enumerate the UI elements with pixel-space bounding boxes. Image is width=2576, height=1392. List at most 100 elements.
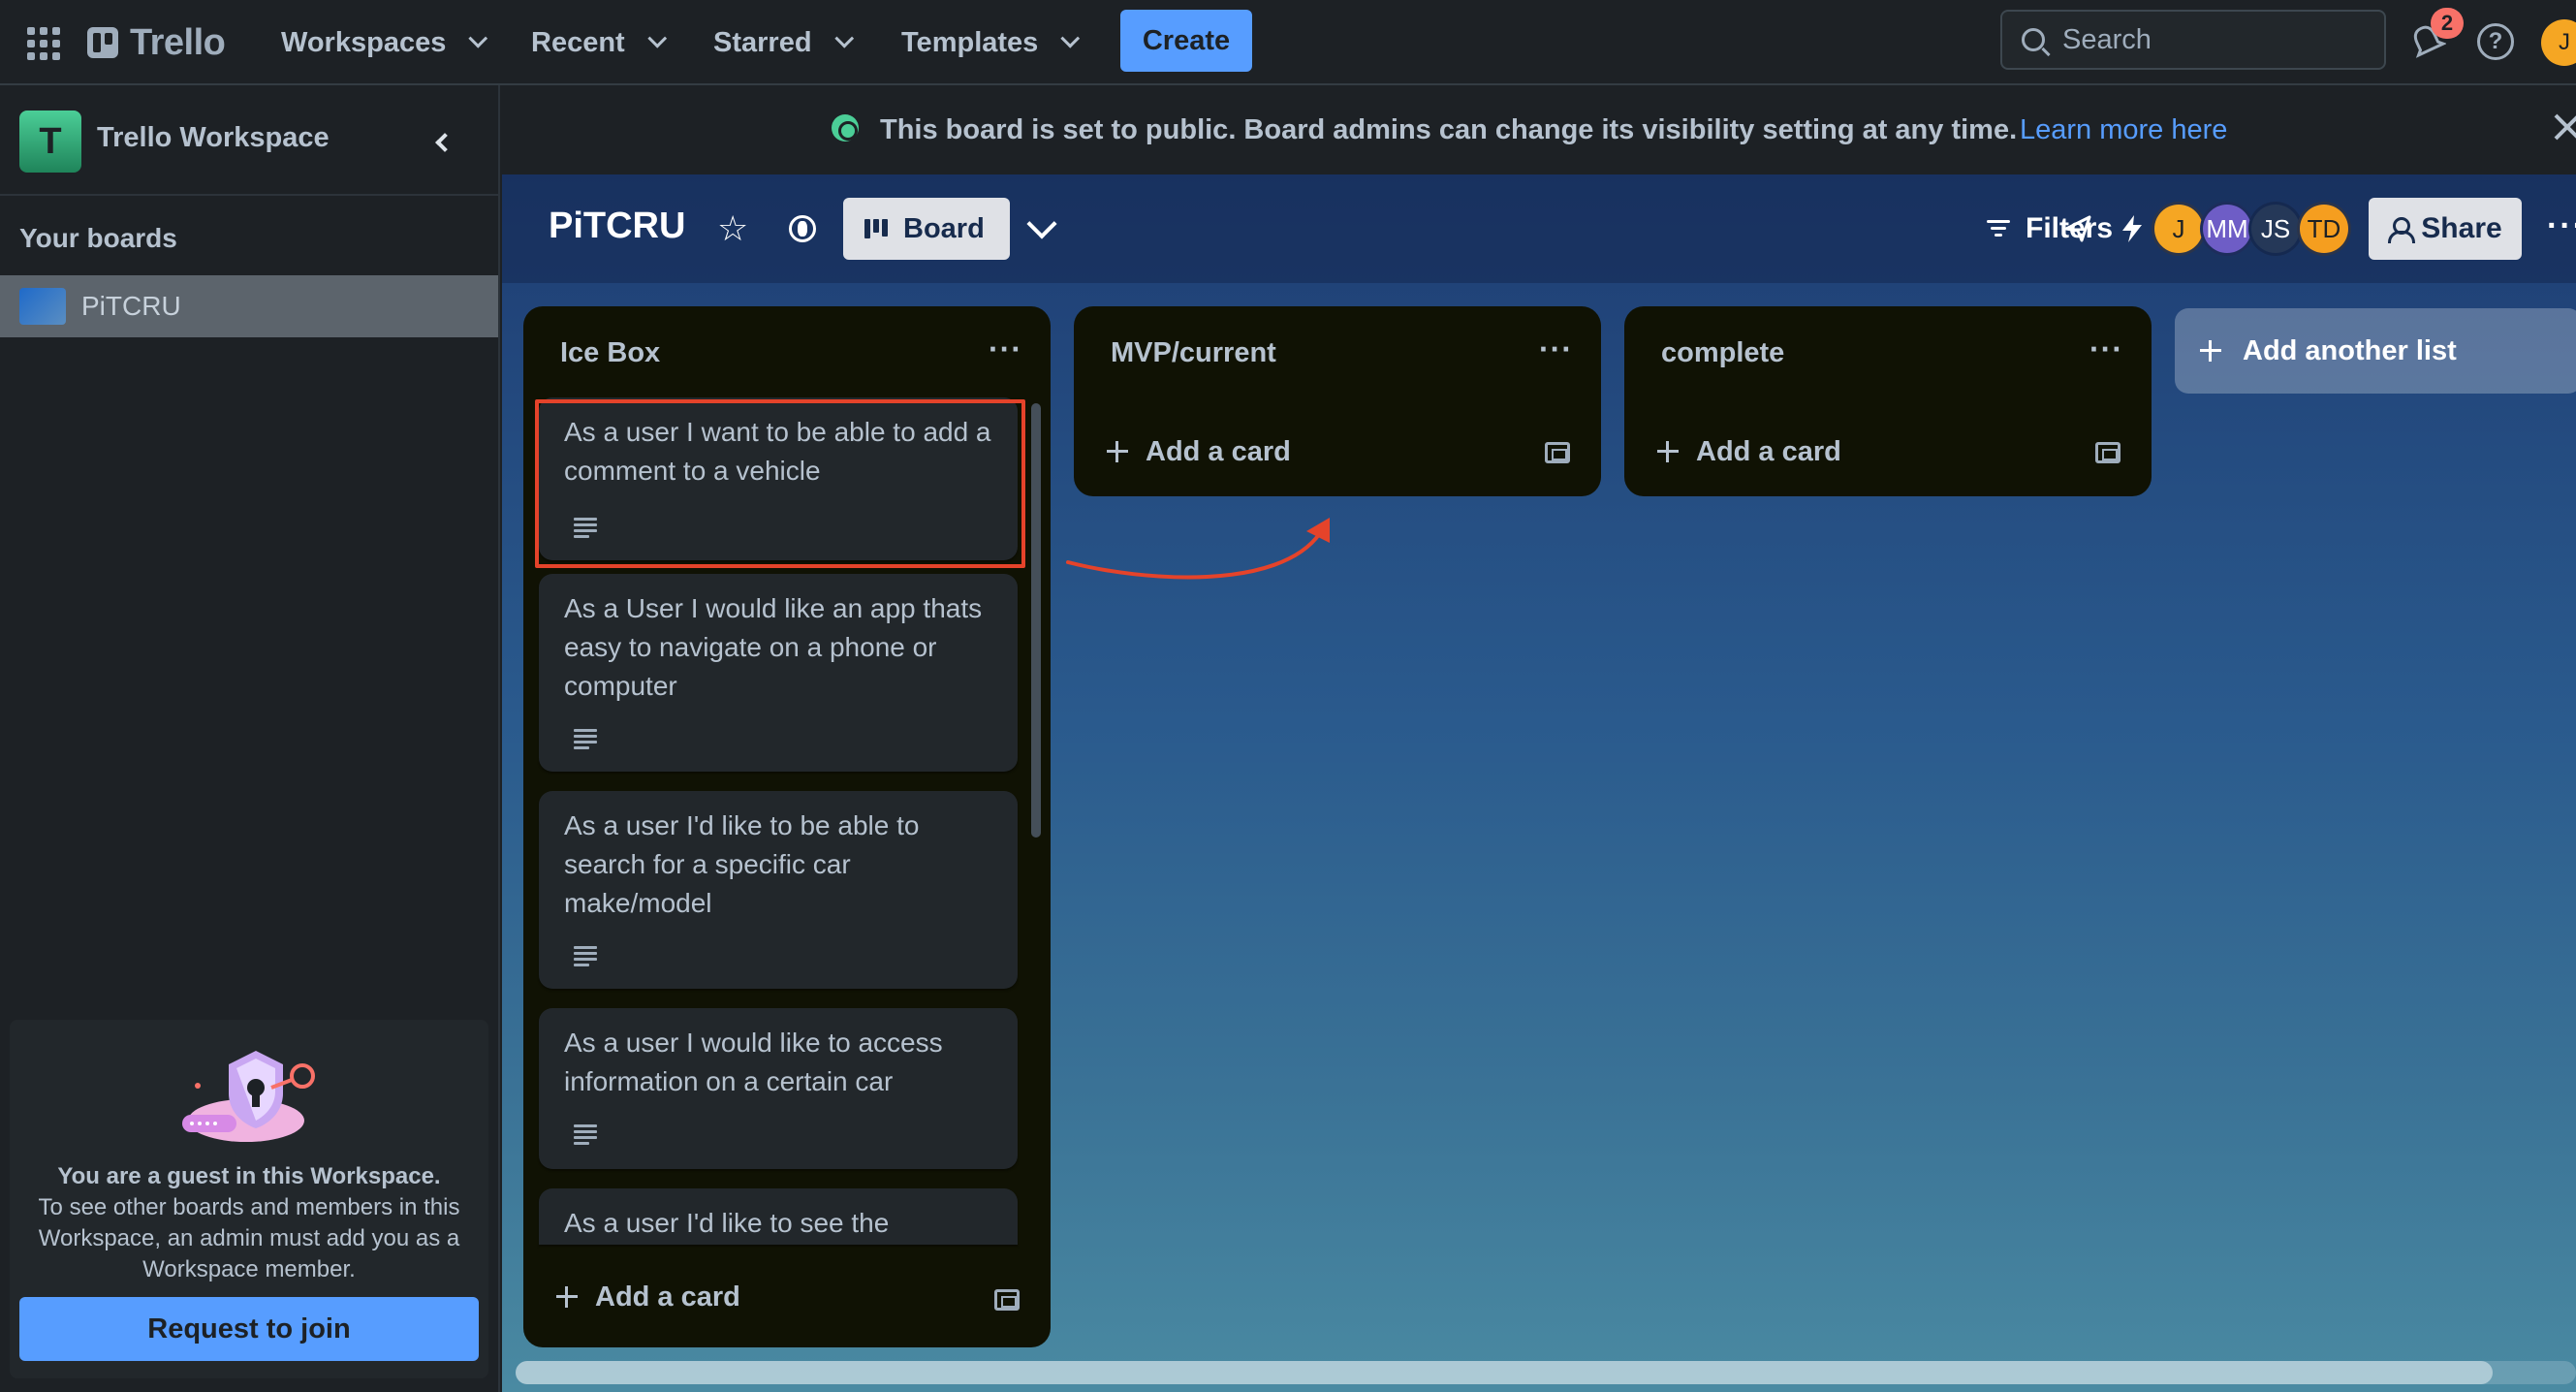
templates-menu-label: Templates (901, 26, 1039, 58)
workspace-header: T Trello Workspace (0, 85, 498, 196)
view-switcher-chevron-icon[interactable] (1026, 208, 1057, 239)
annotation-arrow-icon (1066, 518, 1330, 580)
your-boards-heading: Your boards (19, 223, 177, 253)
board-view-icon (864, 219, 888, 238)
card-template-icon[interactable] (2095, 442, 2120, 463)
search-input[interactable]: Search (2000, 10, 2386, 70)
list-menu-icon[interactable]: ··· (1539, 332, 1573, 367)
plus-icon (2200, 340, 2221, 362)
member-avatar[interactable]: TD (2297, 202, 2351, 256)
star-icon[interactable]: ☆ (717, 211, 748, 246)
workspaces-menu[interactable]: Workspaces (281, 17, 488, 68)
plus-icon (556, 1286, 578, 1308)
globe-icon (832, 114, 859, 142)
guest-lock-illustration-icon (182, 1051, 315, 1142)
top-navbar: Trello Workspaces Recent Starred Templat… (0, 0, 2576, 85)
card-title: As a user I'd like to be able to search … (564, 810, 920, 918)
card-template-icon[interactable] (1545, 442, 1570, 463)
add-card-label: Add a card (1146, 435, 1291, 467)
templates-menu[interactable]: Templates (901, 17, 1081, 68)
account-avatar[interactable]: J (2541, 19, 2576, 66)
chevron-down-icon (1060, 28, 1081, 48)
chevron-down-icon (833, 28, 854, 48)
trello-logo[interactable]: Trello (87, 19, 226, 66)
board-menu-icon[interactable]: ··· (2547, 207, 2576, 245)
list-title[interactable]: complete (1661, 337, 1784, 369)
guest-notice-body: To see other boards and members in this … (38, 1194, 460, 1282)
add-card-label: Add a card (1696, 435, 1841, 467)
add-card-button[interactable]: Add a card (1657, 430, 1841, 473)
list-menu-icon[interactable]: ··· (2089, 332, 2123, 367)
member-avatar[interactable]: JS (2248, 202, 2303, 256)
close-banner-icon[interactable] (2551, 111, 2576, 143)
app-switcher-icon[interactable] (25, 25, 60, 60)
add-card-button[interactable]: Add a card (1107, 430, 1291, 473)
add-person-icon (2388, 217, 2416, 243)
list-complete: complete ··· Add a card (1624, 306, 2152, 496)
plus-icon (1657, 441, 1679, 462)
collapse-sidebar-button[interactable] (413, 118, 471, 167)
recent-menu-label: Recent (531, 26, 625, 58)
guest-notice-text: You are a guest in this Workspace. To se… (29, 1161, 469, 1285)
workspace-name[interactable]: Trello Workspace (97, 122, 330, 154)
filter-icon (1987, 220, 2010, 237)
add-card-button[interactable]: Add a card (556, 1276, 740, 1318)
learn-more-link[interactable]: Learn more here (2020, 114, 2227, 146)
horizontal-scrollbar-thumb[interactable] (516, 1361, 2493, 1384)
notification-count-badge: 2 (2431, 8, 2464, 39)
banner-message: This board is set to public. Board admin… (880, 114, 2018, 145)
card-title: As a user I would like to access informa… (564, 1028, 943, 1096)
board-header: PiTCRU ☆ Board Filters J MM JS TD Share … (502, 174, 2576, 283)
card-template-icon[interactable] (994, 1289, 1020, 1311)
help-icon[interactable]: ? (2477, 23, 2514, 60)
horizontal-scrollbar[interactable] (516, 1361, 2576, 1384)
add-list-label: Add another list (2243, 334, 2457, 366)
workspace-logo: T (19, 111, 81, 173)
automation-bolt-icon[interactable] (2115, 211, 2150, 246)
list-menu-icon[interactable]: ··· (989, 332, 1022, 367)
list-scrollbar[interactable] (1031, 403, 1041, 838)
board-view-button[interactable]: Board (843, 198, 1010, 260)
card[interactable]: As a user I would like to access informa… (539, 1008, 1018, 1169)
description-icon (574, 1124, 597, 1145)
plus-icon (1107, 441, 1128, 462)
board-members: J MM JS TD (2152, 202, 2351, 256)
chevron-down-icon (468, 28, 488, 48)
search-icon (2022, 28, 2045, 51)
starred-menu[interactable]: Starred (713, 17, 854, 68)
filters-label: Filters (2026, 212, 2114, 244)
add-card-label: Add a card (595, 1281, 740, 1313)
create-button[interactable]: Create (1120, 10, 1252, 72)
recent-menu[interactable]: Recent (531, 17, 667, 68)
trello-logo-icon (87, 27, 118, 58)
list-title[interactable]: Ice Box (560, 337, 660, 369)
card[interactable]: As a user I'd like to see the (539, 1188, 1018, 1245)
request-to-join-button[interactable]: Request to join (19, 1297, 479, 1361)
card[interactable]: As a user I'd like to be able to search … (539, 791, 1018, 989)
member-avatar[interactable]: MM (2200, 202, 2254, 256)
workspace-sidebar: T Trello Workspace Your boards PiTCRU Yo… (0, 85, 500, 1392)
card[interactable]: As a User I would like an app thats easy… (539, 574, 1018, 772)
list-title[interactable]: MVP/current (1111, 337, 1276, 369)
card-title: As a User I would like an app thats easy… (564, 593, 983, 701)
add-another-list-button[interactable]: Add another list (2175, 308, 2576, 394)
annotation-highlight-box (535, 399, 1025, 568)
guest-notice: You are a guest in this Workspace. To se… (10, 1020, 488, 1378)
sidebar-board-label: PiTCRU (81, 291, 181, 321)
search-placeholder: Search (2062, 23, 2152, 55)
starred-menu-label: Starred (713, 26, 812, 58)
share-button[interactable]: Share (2369, 198, 2522, 260)
filters-button[interactable]: Filters (1987, 202, 2113, 256)
board-title[interactable]: PiTCRU (549, 206, 685, 247)
sidebar-board-pitcru[interactable]: PiTCRU (0, 275, 498, 337)
visibility-public-icon[interactable] (789, 215, 816, 242)
chevron-down-icon (647, 28, 667, 48)
board-canvas: PiTCRU ☆ Board Filters J MM JS TD Share … (502, 174, 2576, 1392)
public-board-banner: This board is set to public. Board admin… (502, 85, 2576, 174)
board-thumbnail (19, 288, 66, 325)
member-avatar[interactable]: J (2152, 202, 2206, 256)
chevron-left-icon (435, 133, 455, 152)
list-mvp-current: MVP/current ··· Add a card (1074, 306, 1601, 496)
board-view-label: Board (903, 212, 985, 244)
trello-logo-text: Trello (130, 21, 226, 63)
